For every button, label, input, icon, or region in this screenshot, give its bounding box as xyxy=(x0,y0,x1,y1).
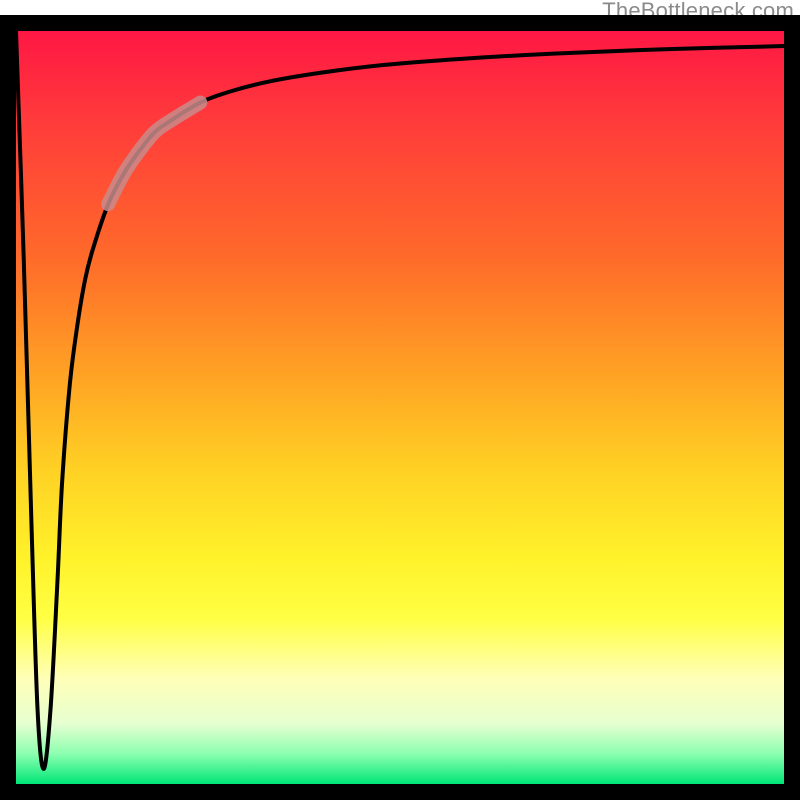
bottleneck-curve xyxy=(16,31,784,769)
chart-stage: TheBottleneck.com xyxy=(0,0,800,800)
chart-svg xyxy=(16,31,784,784)
curve-highlight-segment xyxy=(108,103,200,205)
